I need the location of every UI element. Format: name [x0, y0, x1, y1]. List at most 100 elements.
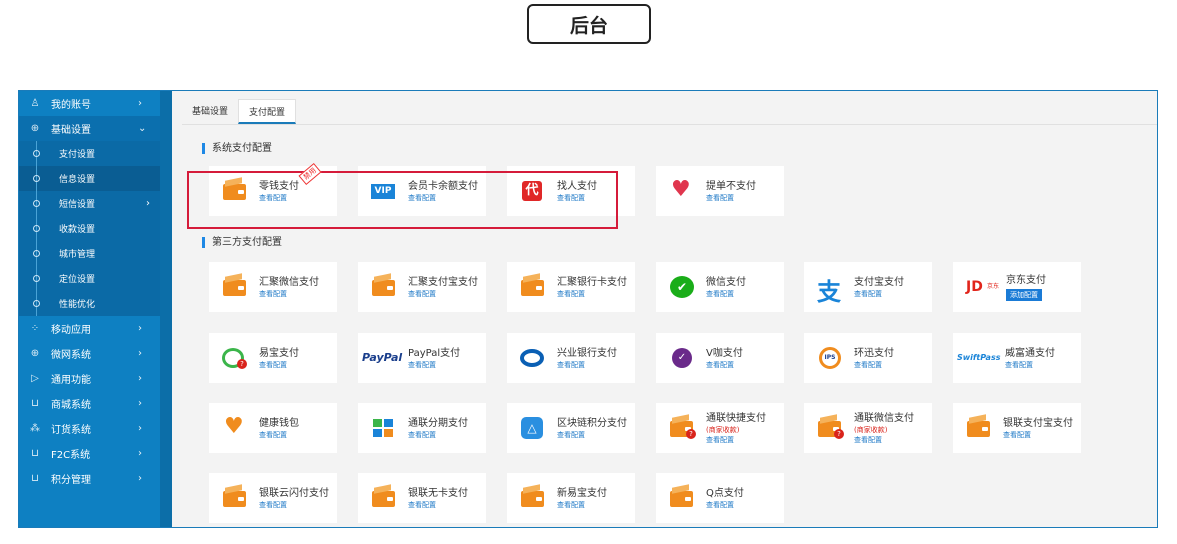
view-config-link[interactable]: 查看配置 [408, 500, 468, 510]
payment-card[interactable]: 汇聚微信支付 查看配置 [209, 262, 337, 312]
sidebar-item-microsite[interactable]: ⊕ 微网系统 › [19, 341, 160, 366]
bullet-icon [33, 275, 40, 282]
payment-card[interactable]: 汇聚支付宝支付 查看配置 [358, 262, 486, 312]
chevron-right-icon: › [138, 473, 142, 484]
sidebar-subitem-info[interactable]: 信息设置 [19, 166, 160, 191]
wallet-icon [966, 417, 992, 439]
payment-card[interactable]: 新易宝支付 查看配置 [507, 473, 635, 523]
wallet-icon: ? [669, 417, 696, 439]
bullet-icon [33, 300, 40, 307]
payment-card[interactable]: IPS 环迅支付 查看配置 [804, 333, 932, 383]
payment-card[interactable]: ✓ V咖支付 查看配置 [656, 333, 784, 383]
chevron-right-icon: › [138, 448, 142, 459]
globe-icon: ⊕ [30, 348, 40, 359]
sidebar-subitem-city[interactable]: 城市管理 [19, 241, 160, 266]
payment-card[interactable]: Q点支付 查看配置 [656, 473, 784, 523]
view-config-link[interactable]: 查看配置 [557, 289, 627, 299]
view-config-link[interactable]: 查看配置 [854, 289, 904, 299]
sidebar-subitem-location[interactable]: 定位设置 [19, 266, 160, 291]
view-config-link[interactable]: 查看配置 [259, 289, 319, 299]
view-config-link[interactable]: 查看配置 [408, 430, 468, 440]
bullet-icon [33, 250, 40, 257]
payment-card[interactable]: 通联分期支付 查看配置 [358, 403, 486, 453]
sidebar-item-basic-settings[interactable]: ⊕ 基础设置 ⌄ [19, 116, 160, 141]
payment-card[interactable]: △ 区块链积分支付 查看配置 [507, 403, 635, 453]
sidebar-subitem-performance[interactable]: 性能优化 [19, 291, 160, 316]
yeepay-icon: ? [222, 347, 248, 369]
payment-card[interactable]: 支 支付宝支付 查看配置 [804, 262, 932, 312]
payment-card[interactable]: ? 易宝支付 查看配置 [209, 333, 337, 383]
view-config-link[interactable]: 查看配置 [854, 360, 894, 370]
sidebar-subitem-sms[interactable]: 短信设置 › [19, 191, 160, 216]
view-config-link[interactable]: 查看配置 [259, 360, 299, 370]
sidebar-item-account[interactable]: ♙ 我的账号 › [19, 91, 160, 116]
tab-basic-settings[interactable]: 基础设置 [182, 99, 239, 124]
sidebar-item-mall[interactable]: ⊔ 商城系统 › [19, 391, 160, 416]
view-config-link[interactable]: 查看配置 [408, 360, 460, 370]
payment-card[interactable]: ? 通联微信支付 (商家收款) 查看配置 [804, 403, 932, 453]
payment-card[interactable]: 汇聚银行卡支付 查看配置 [507, 262, 635, 312]
view-config-link[interactable]: 查看配置 [408, 289, 478, 299]
sidebar-item-order[interactable]: ⁂ 订货系统 › [19, 416, 160, 441]
sidebar-item-f2c[interactable]: ⊔ F2C系统 › [19, 441, 160, 466]
payment-card[interactable]: PayPal PayPal支付 查看配置 [358, 333, 486, 383]
sidebar-subitem-payment[interactable]: 支付设置 [19, 141, 160, 166]
payment-card[interactable]: 银联无卡支付 查看配置 [358, 473, 486, 523]
cart-icon: ⊔ [31, 473, 39, 484]
sidebar-item-general[interactable]: ▷ 通用功能 › [19, 366, 160, 391]
wallet-icon [222, 276, 248, 298]
wallet-icon [520, 276, 546, 298]
jd-icon: JD 京东 [966, 279, 1000, 295]
view-config-link[interactable]: 查看配置 [259, 500, 329, 510]
sidebar-subitem-collection[interactable]: 收款设置 [19, 216, 160, 241]
sidebar-collapse-strip[interactable] [160, 91, 172, 527]
payment-card[interactable]: 银联云闪付支付 查看配置 [209, 473, 337, 523]
bullet-icon [33, 200, 40, 207]
bullet-icon [33, 225, 40, 232]
page-title: 后台 [527, 4, 651, 44]
payment-card[interactable]: 兴业银行支付 查看配置 [507, 333, 635, 383]
tab-bar: 基础设置 支付配置 [182, 99, 1157, 125]
chevron-right-icon: › [138, 373, 142, 384]
section-title-system: 系统支付配置 [202, 143, 272, 154]
chevron-right-icon: › [146, 198, 150, 209]
payment-card[interactable]: ♥ 提单不支付 查看配置 [656, 166, 784, 216]
view-config-link[interactable]: 查看配置 [706, 193, 756, 203]
view-config-link[interactable]: 查看配置 [706, 360, 743, 370]
payment-card[interactable]: JD 京东 京东支付 添加配置 [953, 262, 1081, 312]
view-config-link[interactable]: 查看配置 [706, 289, 746, 299]
allinpay-icon [371, 417, 397, 439]
play-icon: ▷ [31, 373, 39, 384]
sidebar-item-points[interactable]: ⊔ 积分管理 › [19, 466, 160, 491]
ips-icon: IPS [817, 347, 843, 369]
bullet-icon [33, 175, 40, 182]
view-config-link[interactable]: 查看配置 [1003, 430, 1073, 440]
view-config-link[interactable]: 查看配置 [854, 435, 914, 445]
tab-payment-config[interactable]: 支付配置 [238, 99, 297, 124]
payment-card[interactable]: ♥ 健康钱包 查看配置 [209, 403, 337, 453]
cart-icon: ⊔ [31, 448, 39, 459]
section-title-third: 第三方支付配置 [202, 237, 282, 248]
wechat-icon: ✔ [669, 276, 695, 298]
view-config-link[interactable]: 查看配置 [259, 430, 299, 440]
view-config-link[interactable]: 查看配置 [706, 500, 744, 510]
payment-card[interactable]: 银联支付宝支付 查看配置 [953, 403, 1081, 453]
globe-icon: ⊕ [30, 123, 40, 134]
chevron-down-icon: ⌄ [138, 123, 147, 134]
wallet-icon: ? [817, 417, 844, 439]
payment-card[interactable]: SwiftPass 威富通支付 查看配置 [953, 333, 1081, 383]
bullet-icon [33, 150, 40, 157]
view-config-link[interactable]: 查看配置 [1005, 360, 1055, 370]
view-config-link[interactable]: 查看配置 [557, 430, 627, 440]
payment-card[interactable]: ✔ 微信支付 查看配置 [656, 262, 784, 312]
payment-card[interactable]: ? 通联快捷支付 (商家收款) 查看配置 [656, 403, 784, 453]
view-config-link[interactable]: 查看配置 [706, 435, 766, 445]
chevron-right-icon: › [138, 423, 142, 434]
org-icon: ⁂ [30, 423, 40, 434]
view-config-link[interactable]: 查看配置 [557, 360, 617, 370]
add-config-button[interactable]: 添加配置 [1006, 288, 1042, 301]
sidebar-item-mobile[interactable]: ⁘ 移动应用 › [19, 316, 160, 341]
view-config-link[interactable]: 查看配置 [557, 500, 607, 510]
wallet-icon [520, 487, 546, 509]
chevron-right-icon: › [138, 398, 142, 409]
